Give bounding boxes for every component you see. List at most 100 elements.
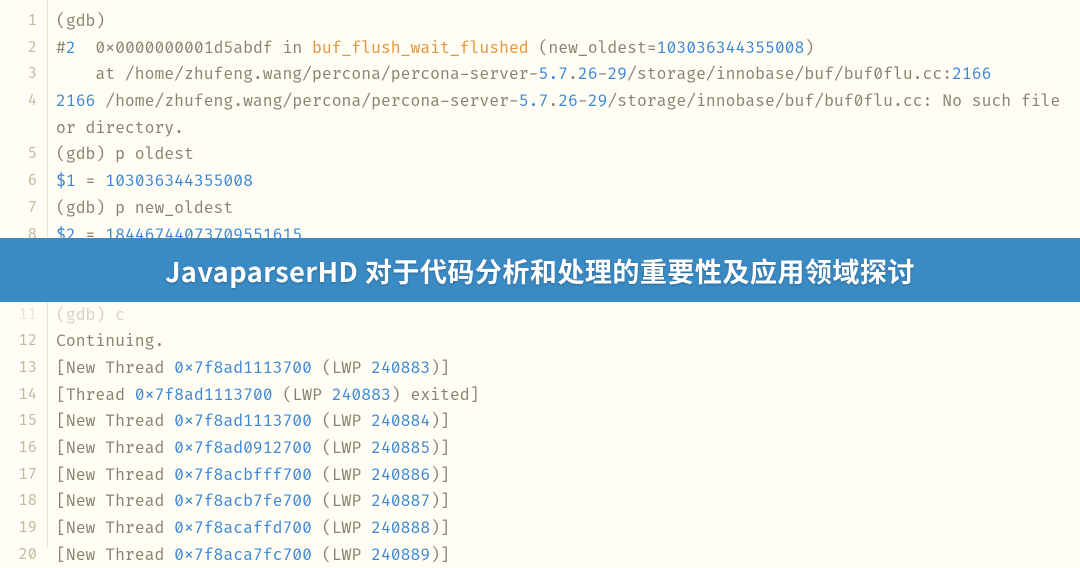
text: - (578, 91, 588, 111)
line-number: 4 (0, 88, 47, 141)
text: (LWP (312, 545, 371, 565)
code-line: [New Thread 0x7f8acbfff700 (LWP 240886)] (56, 462, 1080, 489)
text: )] (430, 465, 450, 485)
line-number: 5 (0, 141, 47, 168)
version: 5.7 (538, 64, 568, 84)
line-number: 2 (0, 35, 47, 62)
code-line: [New Thread 0x7f8acaffd700 (LWP 240888)] (56, 515, 1080, 542)
gdb-command: (gdb) c (56, 305, 125, 325)
thread-address: 0x7f8ad1113700 (174, 358, 312, 378)
frame-number: 2 (66, 38, 76, 58)
line-number: 20 (0, 542, 47, 568)
text: (LWP (273, 385, 332, 405)
text: [New Thread (56, 411, 174, 431)
text: - (598, 64, 608, 84)
text: )] (430, 518, 450, 538)
lwp-id: 240889 (371, 545, 430, 565)
version: 5.7 (519, 91, 549, 111)
code-line: [New Thread 0x7f8ad1113700 (LWP 240883)] (56, 355, 1080, 382)
text: (LWP (312, 411, 371, 431)
code-line: (gdb) c (56, 302, 1080, 329)
thread-address: 0x7f8aca7fc700 (174, 545, 312, 565)
text: [Thread (56, 385, 135, 405)
path-text: at /home/zhufeng.wang/percona/percona-se… (56, 64, 538, 84)
lwp-id: 240884 (371, 411, 430, 431)
text: . (548, 91, 558, 111)
code-line: 2166 /home/zhufeng.wang/percona/percona-… (56, 88, 1080, 141)
text: )] (430, 545, 450, 565)
thread-address: 0x7f8acaffd700 (174, 518, 312, 538)
text: [New Thread (56, 545, 174, 565)
code-line: [New Thread 0x7f8aca7fc700 (LWP 240889)] (56, 542, 1080, 568)
code-line: [New Thread 0x7f8ad0912700 (LWP 240885)] (56, 435, 1080, 462)
line-number: 7 (0, 195, 47, 222)
gdb-command: (gdb) p oldest (56, 144, 194, 164)
version: 26 (558, 91, 578, 111)
line-number: 12 (0, 328, 47, 355)
gdb-command: (gdb) p new_oldest (56, 198, 233, 218)
text: . (568, 64, 578, 84)
line-number: 11 (0, 302, 47, 329)
text: 0x0000000001d5abdf in (76, 38, 312, 58)
code-line: $1 = 103036344355008 (56, 168, 1080, 195)
version: 29 (588, 91, 608, 111)
path-text: /storage/innobase/buf/buf0flu.cc: (627, 64, 952, 84)
lwp-id: 240886 (371, 465, 430, 485)
line-number: 18 (0, 488, 47, 515)
text: (LWP (312, 438, 371, 458)
text: [New Thread (56, 465, 174, 485)
code-line: Continuing. (56, 328, 1080, 355)
lwp-id: 240883 (371, 358, 430, 378)
line-number: 14 (0, 382, 47, 409)
text: )] (430, 411, 450, 431)
code-line: [New Thread 0x7f8ad1113700 (LWP 240884)] (56, 408, 1080, 435)
line-number: 6 (0, 168, 47, 195)
text: [New Thread (56, 358, 174, 378)
overlay-banner: JavaparserHD 对于代码分析和处理的重要性及应用领域探讨 (0, 238, 1080, 302)
line-number: 16 (0, 435, 47, 462)
text: )] (430, 491, 450, 511)
banner-title: JavaparserHD 对于代码分析和处理的重要性及应用领域探讨 (165, 251, 915, 290)
lwp-id: 240888 (371, 518, 430, 538)
text: )] (430, 358, 450, 378)
text: (LWP (312, 518, 371, 538)
version: 26 (578, 64, 598, 84)
thread-address: 0x7f8acbfff700 (174, 465, 312, 485)
text: (LWP (312, 491, 371, 511)
thread-address: 0x7f8ad1113700 (135, 385, 273, 405)
frame-hash: # (56, 38, 66, 58)
line-number: 1 (0, 8, 47, 35)
text: = (76, 171, 106, 191)
line-ref: 2166 (56, 91, 95, 111)
text: (new_oldest= (529, 38, 657, 58)
code-line: #2 0x0000000001d5abdf in buf_flush_wait_… (56, 35, 1080, 62)
text: (LWP (312, 358, 371, 378)
code-line: (gdb) p oldest (56, 141, 1080, 168)
function-name: buf_flush_wait_flushed (312, 38, 529, 58)
text: ) exited] (391, 385, 480, 405)
line-number: 15 (0, 408, 47, 435)
text: (LWP (312, 465, 371, 485)
thread-address: 0x7f8ad0912700 (174, 438, 312, 458)
thread-address: 0x7f8acb7fe700 (174, 491, 312, 511)
code-line: at /home/zhufeng.wang/percona/percona-se… (56, 61, 1080, 88)
code-line: [Thread 0x7f8ad1113700 (LWP 240883) exit… (56, 382, 1080, 409)
value: 103036344355008 (105, 171, 253, 191)
path-text: /home/zhufeng.wang/percona/percona-serve… (95, 91, 518, 111)
code-line: [New Thread 0x7f8acb7fe700 (LWP 240887)] (56, 488, 1080, 515)
lwp-id: 240883 (332, 385, 391, 405)
lwp-id: 240885 (371, 438, 430, 458)
code-line: (gdb) (56, 8, 1080, 35)
line-number: 13 (0, 355, 47, 382)
text: [New Thread (56, 491, 174, 511)
code-line: (gdb) p new_oldest (56, 195, 1080, 222)
value: 103036344355008 (657, 38, 805, 58)
continuing-text: Continuing. (56, 331, 164, 351)
line-number: 19 (0, 515, 47, 542)
line-number: 17 (0, 462, 47, 489)
gdb-var: $1 (56, 171, 76, 191)
thread-address: 0x7f8ad1113700 (174, 411, 312, 431)
text: [New Thread (56, 438, 174, 458)
lwp-id: 240887 (371, 491, 430, 511)
text: )] (430, 438, 450, 458)
